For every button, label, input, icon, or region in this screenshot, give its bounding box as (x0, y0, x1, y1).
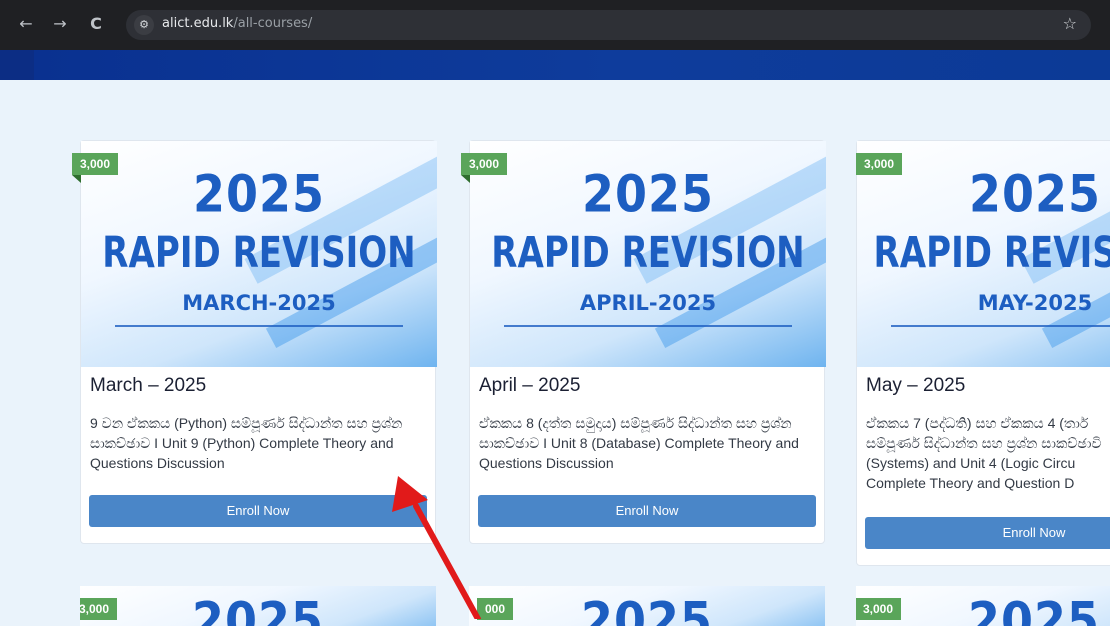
arrow-shaft (413, 503, 481, 619)
arrow-head (392, 476, 428, 512)
annotation-arrow-icon (392, 476, 481, 619)
